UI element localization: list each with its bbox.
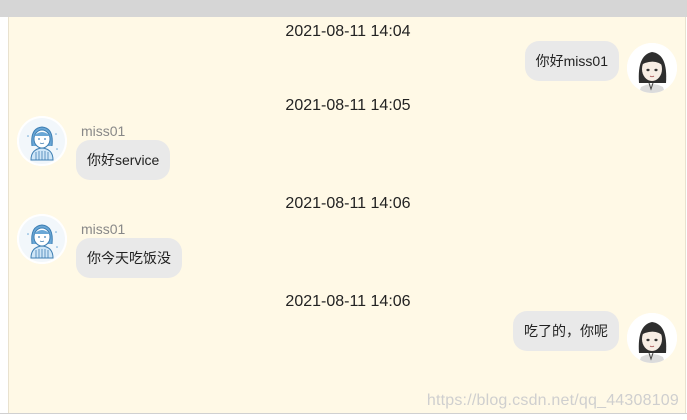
message-bubble: 吃了的，你呢 <box>513 311 619 351</box>
message-timestamp: 2021-08-11 14:04 <box>285 23 411 40</box>
message-timestamp: 2021-08-11 14:06 <box>285 293 411 310</box>
top-bar <box>0 0 687 17</box>
girl-avatar-icon[interactable] <box>627 43 677 93</box>
message-bubble: 你好service <box>76 140 171 180</box>
message-bubble: 你好miss01 <box>524 41 619 81</box>
watermark: https://blog.csdn.net/qq_44308109 <box>426 392 679 409</box>
message-timestamp: 2021-08-11 14:06 <box>285 195 411 212</box>
message-timestamp: 2021-08-11 14:05 <box>285 97 411 114</box>
user-avatar-icon[interactable] <box>17 214 67 264</box>
girl-avatar-icon[interactable] <box>627 313 677 363</box>
user-avatar-icon[interactable] <box>17 116 67 166</box>
chat-window[interactable]: 2021-08-11 14:04 你好miss01 2021-08-11 14:… <box>8 17 686 413</box>
sender-name: miss01 <box>81 221 126 237</box>
sender-name: miss01 <box>81 123 126 139</box>
message-bubble: 你今天吃饭没 <box>76 238 182 278</box>
bottom-border <box>0 413 687 414</box>
